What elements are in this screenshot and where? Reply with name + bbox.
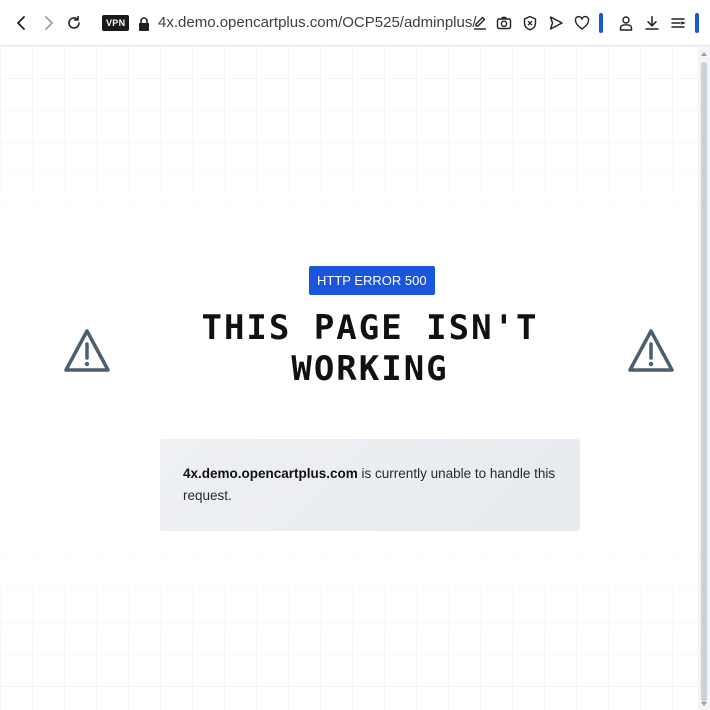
scrollbar-thumb[interactable] [701,62,707,702]
heart-icon[interactable] [570,11,594,35]
address-bar[interactable]: 4x.demo.opencartplus.com/OCP525/adminplu… [158,14,477,31]
shield-icon[interactable] [518,11,542,35]
error-message-box: 4x.demo.opencartplus.com is currently un… [160,439,580,531]
reload-icon[interactable] [62,11,86,35]
warning-icon [628,329,674,372]
menu-icon[interactable] [666,11,690,35]
send-icon[interactable] [544,11,568,35]
host-name: 4x.demo.opencartplus.com [183,466,358,481]
accent-separator [599,13,603,33]
forward-icon[interactable] [36,11,60,35]
back-icon[interactable] [10,11,34,35]
browser-toolbar: VPN 4x.demo.opencartplus.com/OCP525/admi… [0,0,710,46]
warning-icon [64,329,110,372]
vpn-badge[interactable]: VPN [102,15,130,31]
page-content: HTTP ERROR 500 THIS PAGE ISN'T WORKING 4… [0,46,698,710]
camera-icon[interactable] [492,11,516,35]
scroll-down-icon[interactable] [700,700,708,708]
error-code-badge: HTTP ERROR 500 [309,266,435,295]
download-icon[interactable] [640,11,664,35]
page-title: THIS PAGE ISN'T WORKING [201,308,539,389]
edit-icon[interactable] [468,11,492,35]
lock-icon[interactable] [132,12,156,36]
account-icon[interactable] [614,11,638,35]
scroll-up-icon[interactable] [700,50,708,58]
accent-separator [695,13,699,33]
